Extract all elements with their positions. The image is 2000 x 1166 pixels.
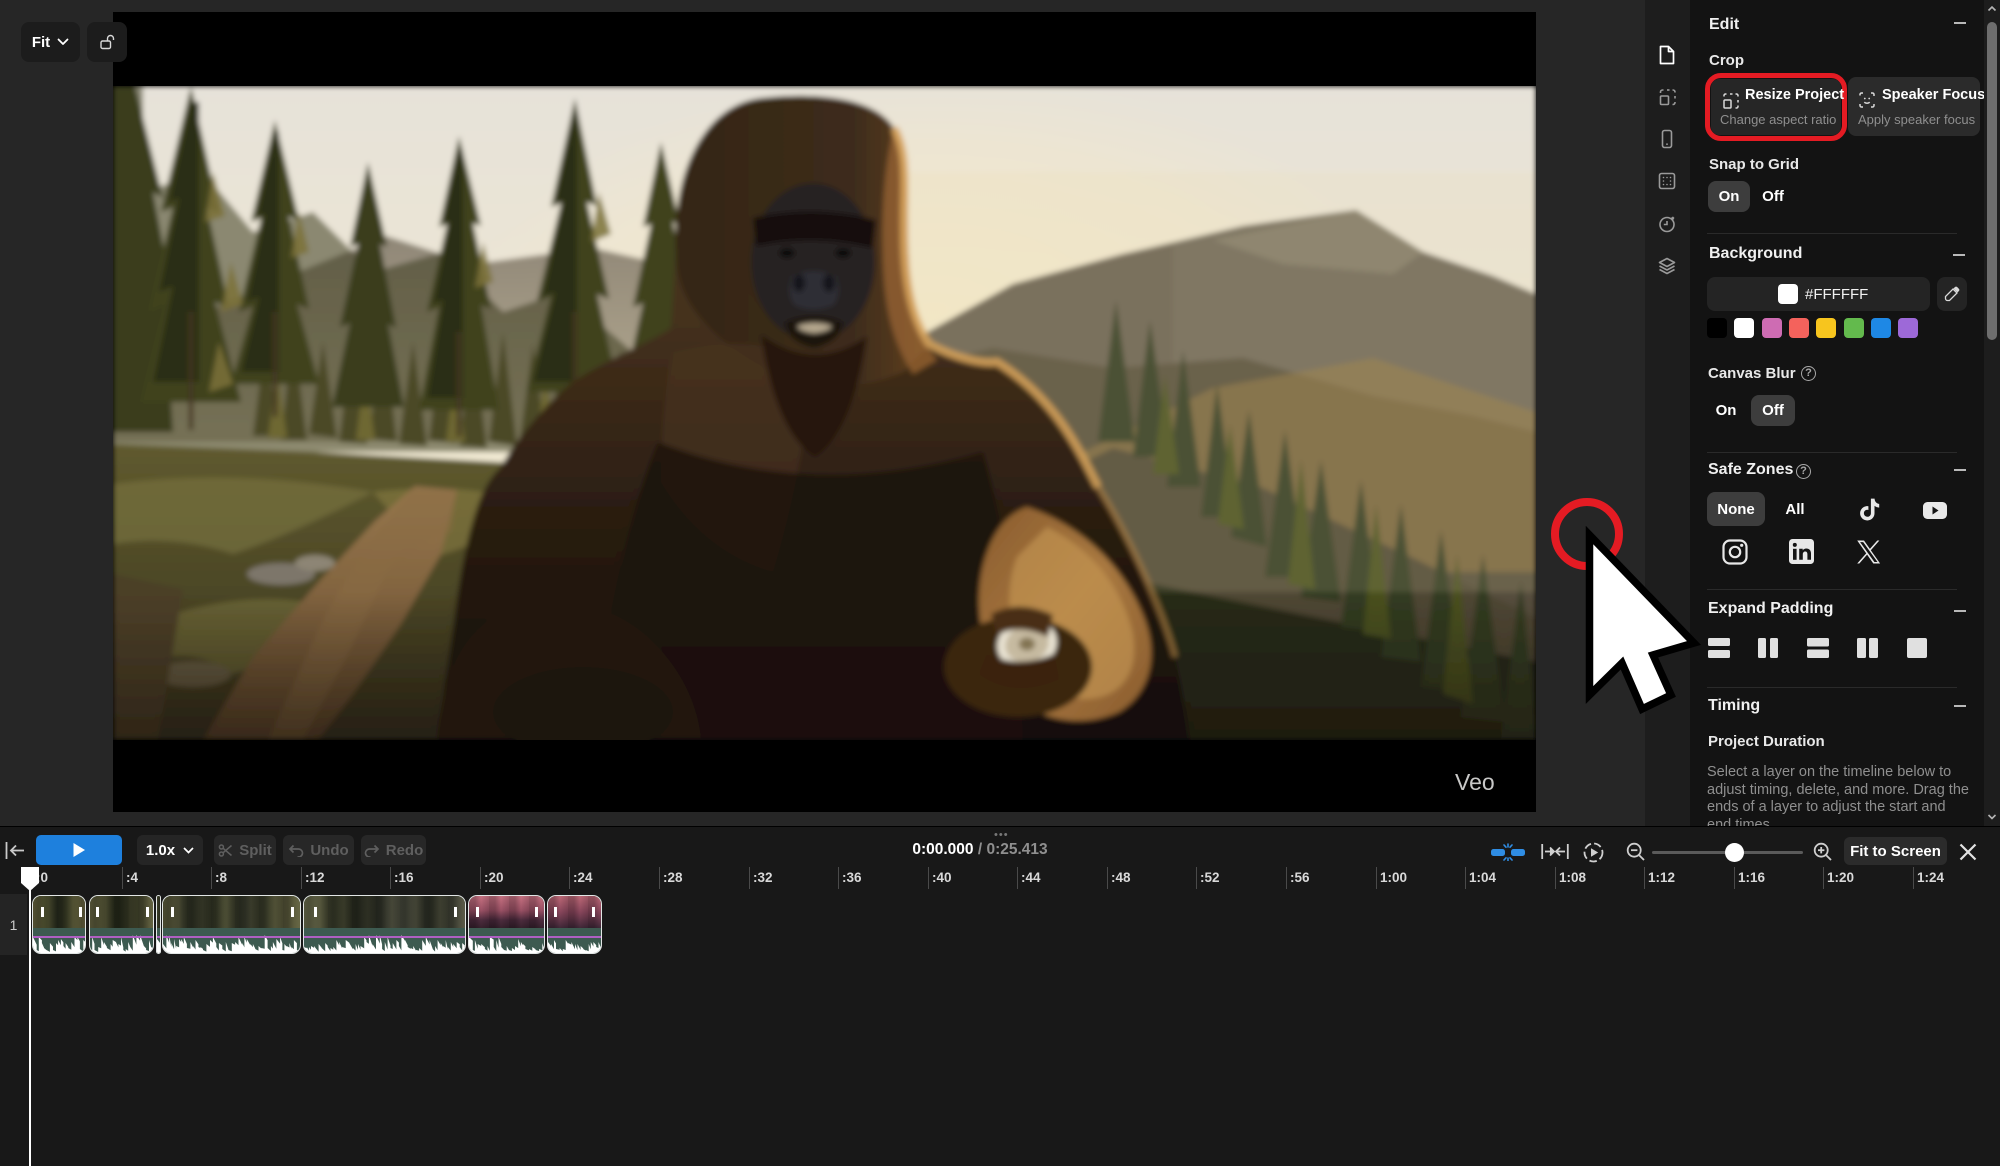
svg-text:Veo: Veo <box>1455 769 1495 795</box>
